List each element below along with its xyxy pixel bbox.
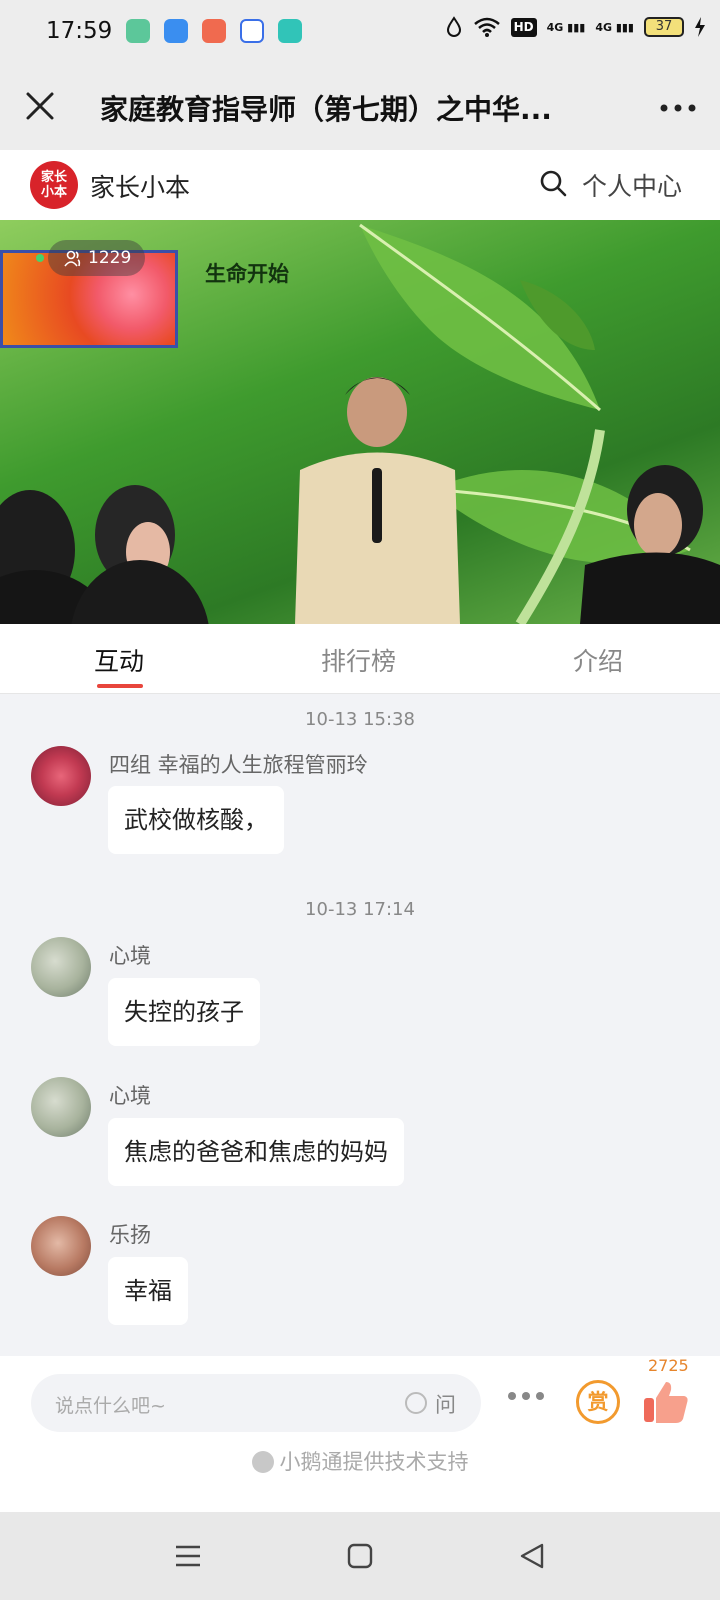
reward-button[interactable]: 赏 [576, 1380, 620, 1424]
people-icon [64, 250, 81, 267]
signal-4g-2-label: 4G [595, 20, 612, 34]
notes-app-icon [126, 19, 150, 43]
browser-app-icon [164, 19, 188, 43]
chat-list[interactable]: 10-13 15:38 四组 幸福的人生旅程管丽玲 武校做核酸， 10-13 1… [0, 694, 720, 1356]
charging-icon [695, 17, 705, 37]
slide-title: 生命开始 [205, 262, 289, 286]
message-username: 四组 幸福的人生旅程管丽玲 [109, 753, 368, 777]
baidu-app-icon [240, 19, 264, 43]
signal-4g-2: 4G ▮▮▮ [595, 20, 634, 34]
viewer-count: 1229 [88, 248, 132, 268]
powered-by-label: 小鹅通提供技术支持 [279, 1450, 469, 1474]
personal-center-link[interactable]: 个人中心 [582, 167, 682, 203]
back-nav-icon[interactable] [516, 1540, 548, 1572]
message-bubble: 失控的孩子 [108, 978, 260, 1046]
signal-4g-1-label: 4G [546, 20, 564, 34]
powered-by-text: 小鹅通提供技术支持 [0, 1446, 720, 1476]
system-navigation-bar [0, 1512, 720, 1600]
close-icon[interactable] [20, 86, 60, 126]
tab-introduction[interactable]: 介绍 [573, 642, 623, 678]
avatar[interactable] [31, 1216, 91, 1276]
live-dot [36, 254, 44, 262]
comment-bar: 说点什么吧~ 问 赏 2725 小鹅通提供技术支持 [0, 1356, 720, 1512]
title-bar: 家庭教育指导师（第七期）之中华... [0, 64, 720, 150]
page-title: 家庭教育指导师（第七期）之中华... [100, 93, 552, 126]
ask-question-toggle[interactable] [405, 1392, 427, 1414]
status-right: HD 4G ▮▮▮ 4G ▮▮▮ 37 [445, 16, 706, 38]
hd-badge: HD [510, 17, 537, 37]
message-bubble: 武校做核酸， [108, 786, 284, 854]
comment-placeholder: 说点什么吧~ [55, 1395, 166, 1417]
thumbs-up-icon[interactable] [642, 1378, 690, 1426]
tab-interaction[interactable]: 互动 [94, 642, 144, 678]
brand-bar: 家长 小本 家长小本 个人中心 [0, 150, 720, 220]
comment-input[interactable]: 说点什么吧~ 问 [31, 1374, 481, 1432]
message-bubble: 焦虑的爸爸和焦虑的妈妈 [108, 1118, 404, 1186]
avatar[interactable] [31, 1077, 91, 1137]
message-username: 乐扬 [109, 1223, 151, 1247]
live-video-player[interactable]: 生命开始 1229 [0, 220, 720, 624]
message-timestamp: 10-13 17:14 [305, 899, 415, 920]
viewer-count-badge: 1229 [36, 240, 146, 276]
xiaoe-logo-icon [251, 1451, 274, 1473]
battery-indicator: 37 [644, 17, 684, 37]
music-app-icon [202, 19, 226, 43]
tab-bar: 互动 排行榜 介绍 [0, 624, 720, 694]
status-time: 17:59 [46, 18, 113, 44]
more-options-icon[interactable] [508, 1392, 544, 1400]
message-timestamp: 10-13 15:38 [305, 709, 415, 730]
tab-leaderboard[interactable]: 排行榜 [321, 642, 396, 678]
menu-nav-icon[interactable] [172, 1540, 204, 1572]
water-drop-icon [446, 16, 461, 37]
tab-active-indicator [97, 684, 143, 688]
wifi-icon [473, 17, 500, 37]
search-icon[interactable] [538, 168, 568, 198]
message-username: 心境 [109, 944, 151, 968]
like-count: 2725 [648, 1356, 689, 1375]
status-app-icons [126, 19, 302, 43]
brand-name[interactable]: 家长小本 [90, 168, 190, 204]
brand-logo[interactable]: 家长 小本 [30, 161, 78, 209]
home-nav-icon[interactable] [344, 1540, 376, 1572]
signal-4g-1: 4G ▮▮▮ [546, 20, 586, 34]
more-icon[interactable] [658, 88, 698, 128]
avatar[interactable] [31, 937, 91, 997]
status-bar: 17:59 HD 4G ▮▮▮ 4G ▮▮▮ 37 [0, 0, 720, 64]
avatar[interactable] [31, 746, 91, 806]
ask-question-label[interactable]: 问 [435, 1389, 456, 1419]
chat-app-icon [278, 19, 302, 43]
message-username: 心境 [109, 1084, 151, 1108]
message-bubble: 幸福 [108, 1257, 188, 1325]
